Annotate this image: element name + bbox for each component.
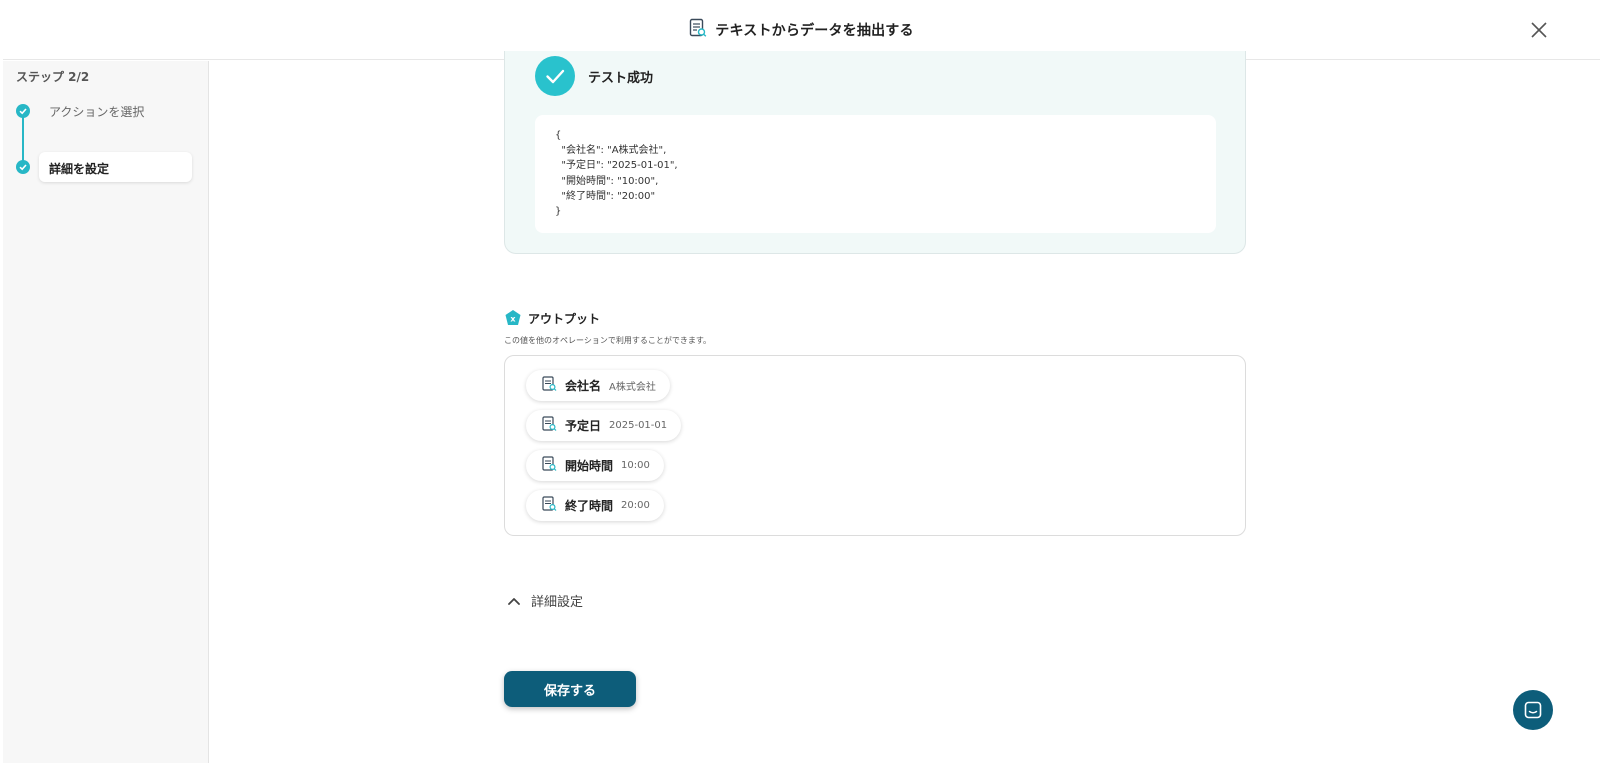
output-title: アウトプット bbox=[528, 311, 601, 326]
output-chip-end-time[interactable]: 終了時間 20:00 bbox=[526, 490, 664, 521]
document-search-icon bbox=[542, 495, 557, 516]
output-chip-start-time[interactable]: 開始時間 10:00 bbox=[526, 450, 664, 481]
document-search-icon bbox=[542, 455, 557, 476]
header-title-group: テキストからデータを抽出する bbox=[3, 18, 1600, 42]
close-icon bbox=[1531, 22, 1547, 38]
advanced-settings-toggle[interactable]: 詳細設定 bbox=[507, 591, 583, 610]
page-title: テキストからデータを抽出する bbox=[715, 23, 914, 39]
step-check-icon bbox=[16, 160, 30, 174]
document-search-icon bbox=[542, 415, 557, 436]
test-status-title: テスト成功 bbox=[588, 71, 654, 86]
save-button[interactable]: 保存する bbox=[504, 671, 636, 707]
document-search-icon bbox=[542, 375, 557, 396]
output-value: A株式会社 bbox=[609, 382, 656, 393]
output-key: 終了時間 bbox=[565, 499, 614, 513]
output-value: 2025-01-01 bbox=[609, 420, 668, 431]
output-list: 会社名 A株式会社 予定日 2025-01-01 開始時間 10:00 終了時間… bbox=[504, 355, 1246, 536]
output-key: 開始時間 bbox=[565, 459, 614, 473]
chevron-up-icon bbox=[507, 591, 521, 610]
modal-window: テキストからデータを抽出する ステップ 2/2 アクションを選択 詳細を設定 テ… bbox=[3, 0, 1600, 763]
document-search-icon bbox=[689, 18, 707, 42]
test-result-json: { "会社名": "A株式会社", "予定日": "2025-01-01", "… bbox=[535, 115, 1216, 233]
step-count: ステップ 2/2 bbox=[16, 70, 90, 84]
output-header: x アウトプット bbox=[504, 309, 600, 327]
output-key: 予定日 bbox=[565, 419, 602, 433]
json-output-text: { "会社名": "A株式会社", "予定日": "2025-01-01", "… bbox=[555, 130, 678, 218]
sidebar-item-configure-details[interactable]: 詳細を設定 bbox=[39, 152, 192, 182]
main-content: テスト成功 { "会社名": "A株式会社", "予定日": "2025-01-… bbox=[210, 51, 1600, 763]
sidebar-item-label: 詳細を設定 bbox=[49, 162, 110, 176]
output-key: 会社名 bbox=[565, 379, 602, 393]
close-button[interactable] bbox=[1528, 19, 1550, 41]
svg-text:x: x bbox=[510, 315, 516, 324]
chat-icon bbox=[1524, 701, 1542, 719]
advanced-settings-label: 詳細設定 bbox=[531, 595, 584, 610]
sidebar-item-select-action[interactable]: アクションを選択 bbox=[49, 103, 144, 120]
success-check-icon bbox=[535, 56, 575, 96]
output-value: 10:00 bbox=[621, 460, 650, 471]
variable-badge-icon: x bbox=[504, 309, 522, 327]
output-chip-company[interactable]: 会社名 A株式会社 bbox=[526, 370, 670, 401]
chat-support-button[interactable] bbox=[1513, 690, 1553, 730]
output-chip-date[interactable]: 予定日 2025-01-01 bbox=[526, 410, 682, 441]
test-result-card: テスト成功 { "会社名": "A株式会社", "予定日": "2025-01-… bbox=[504, 51, 1246, 254]
step-check-icon bbox=[16, 104, 30, 118]
output-value: 20:00 bbox=[621, 500, 650, 511]
step-sidebar: ステップ 2/2 アクションを選択 詳細を設定 bbox=[3, 61, 209, 763]
output-description: この値を他のオペレーションで利用することができます。 bbox=[504, 336, 712, 345]
